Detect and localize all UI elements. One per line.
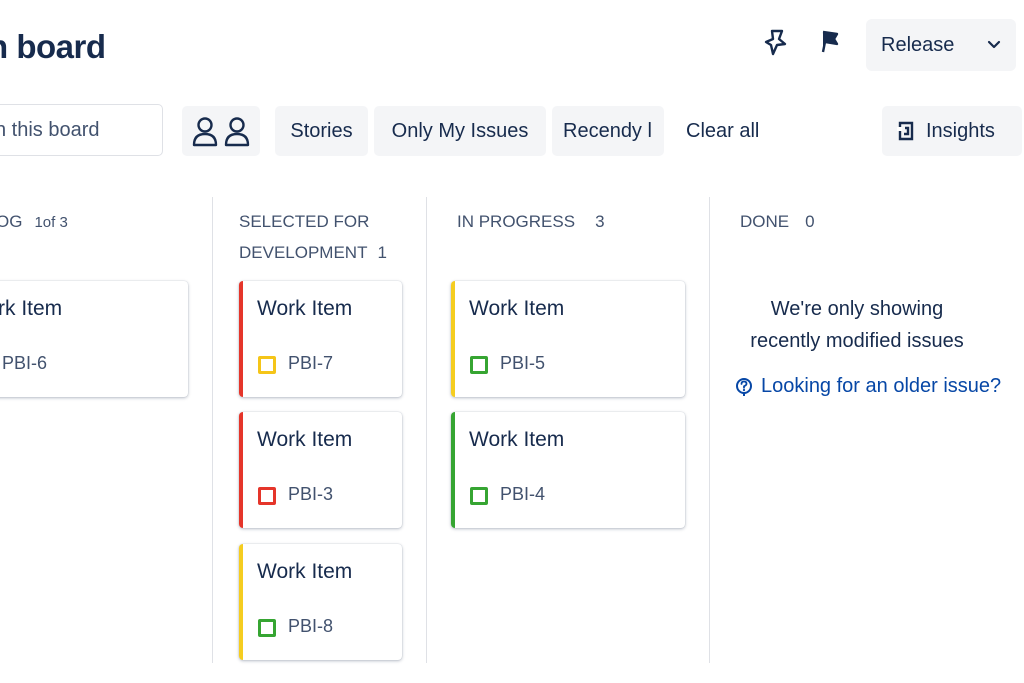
- column-divider: [709, 197, 710, 663]
- column-name: DONE: [740, 212, 790, 231]
- column-name: IN PROGRESS: [457, 212, 576, 231]
- card-title: Work Item: [469, 297, 565, 320]
- user-avatar-icon: [192, 117, 218, 147]
- filter-stories-button[interactable]: Stories: [275, 106, 368, 156]
- empty-message-line: recently modified issues: [750, 330, 964, 352]
- clear-all-button[interactable]: Clear all: [676, 106, 769, 156]
- issue-type-icon: [470, 487, 488, 505]
- column-divider: [426, 197, 427, 663]
- issue-type-icon: [258, 356, 276, 374]
- card-key: PBI-3: [288, 484, 334, 504]
- issue-card[interactable]: rk Item PBI-6: [0, 281, 188, 397]
- chevron-down-icon: [987, 40, 1001, 49]
- column-header-selected: SELECTED FOR DEVELOPMENT 1: [239, 206, 387, 268]
- card-key: PBI-6: [2, 353, 48, 373]
- card-title: Work Item: [469, 428, 565, 451]
- done-empty-message: We're only showing recently modified iss…: [730, 293, 984, 357]
- assignee-filter[interactable]: [182, 106, 260, 156]
- column-header-done: DONE 0: [740, 206, 815, 237]
- question-circle-icon: [736, 377, 752, 396]
- filter-recently-updated-button[interactable]: Recendy l: [552, 106, 664, 156]
- insights-icon: [897, 121, 914, 141]
- older-link-label: Looking for an older issue?: [761, 375, 1002, 397]
- card-title: Work Item: [257, 297, 353, 320]
- page-title: n board: [0, 28, 106, 65]
- filter-only-my-issues-button[interactable]: Only My Issues: [374, 106, 546, 156]
- priority-bar: [451, 412, 455, 528]
- issue-type-icon: [470, 356, 488, 374]
- column-header-in-progress: IN PROGRESS 3: [457, 206, 605, 237]
- issue-type-icon: [258, 487, 276, 505]
- issue-card[interactable]: Work Item PBI-4: [451, 412, 685, 528]
- insights-button[interactable]: Insights: [882, 106, 1022, 156]
- flag-icon: [821, 30, 839, 53]
- column-count: 3: [595, 212, 605, 231]
- issue-card[interactable]: Work Item PBI-8: [239, 544, 402, 660]
- priority-bar: [239, 544, 243, 660]
- issue-card[interactable]: Work Item PBI-3: [239, 412, 402, 528]
- column-count: 0: [805, 212, 815, 231]
- column-header-backlog: OG 1of 3: [0, 206, 68, 238]
- issue-card[interactable]: Work Item PBI-7: [239, 281, 402, 397]
- release-dropdown[interactable]: Release: [866, 19, 1016, 71]
- insights-label: Insights: [926, 119, 995, 142]
- release-label: Release: [881, 33, 955, 56]
- search-box[interactable]: [0, 104, 163, 156]
- card-key: PBI-7: [288, 353, 334, 373]
- priority-bar: [239, 281, 243, 397]
- column-count: 1of 3: [34, 214, 68, 231]
- issue-type-icon: [258, 619, 276, 637]
- column-name-line2: DEVELOPMENT: [239, 243, 368, 262]
- card-key: PBI-8: [288, 616, 334, 636]
- older-issue-link[interactable]: Looking for an older issue?: [735, 375, 1001, 398]
- column-name: SELECTED FOR: [239, 212, 370, 231]
- column-count: 1: [377, 243, 387, 262]
- card-title: Work Item: [257, 560, 353, 583]
- empty-message-line: We're only showing: [770, 298, 944, 320]
- search-input[interactable]: [0, 118, 145, 142]
- column-divider: [212, 197, 213, 663]
- priority-bar: [239, 412, 243, 528]
- card-title: Work Item: [257, 428, 353, 451]
- issue-card[interactable]: Work Item PBI-5: [451, 281, 685, 397]
- priority-bar: [451, 281, 455, 397]
- card-title: rk Item: [0, 297, 63, 320]
- flag-button[interactable]: [812, 25, 846, 59]
- pin-button[interactable]: [759, 25, 793, 59]
- card-key: PBI-5: [500, 353, 546, 373]
- column-name: OG: [0, 212, 23, 231]
- pin-icon: [764, 29, 787, 56]
- user-avatar-icon: [224, 117, 250, 147]
- card-key: PBI-4: [500, 484, 546, 504]
